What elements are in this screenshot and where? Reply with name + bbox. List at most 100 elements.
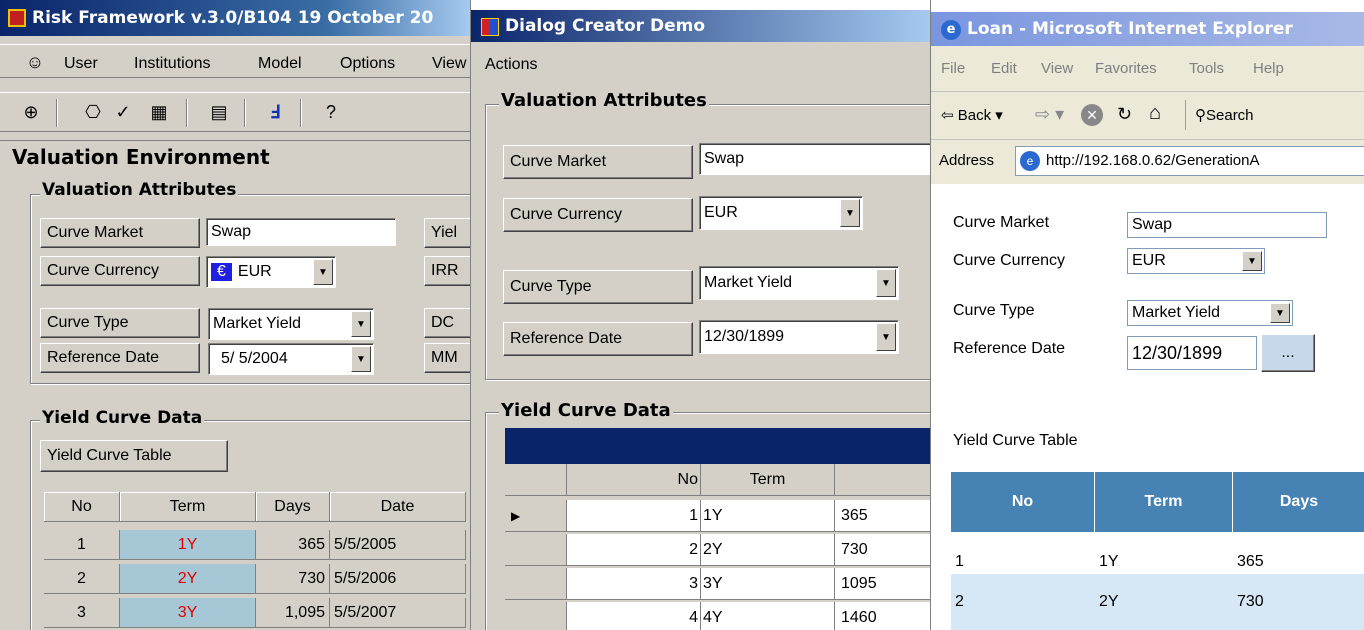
col-header-term[interactable]: Term <box>120 492 256 522</box>
globe-icon[interactable]: ⊕ <box>18 99 44 125</box>
ie-browser-window: e Loan - Microsoft Internet Explorer Fil… <box>930 0 1364 630</box>
curve-market-input[interactable]: Swap <box>1127 212 1327 238</box>
euro-icon: € <box>211 263 232 281</box>
curve-currency-select[interactable]: € EUR ▼ <box>206 256 336 288</box>
stop-icon[interactable]: ✕ <box>1081 104 1103 126</box>
chevron-down-icon[interactable]: ▼ <box>1270 303 1290 323</box>
reference-date-button[interactable]: Reference Date <box>503 322 693 356</box>
mm-button[interactable]: MM <box>424 343 470 373</box>
col-header-date[interactable]: Date <box>330 492 466 522</box>
reference-date-input[interactable]: 12/30/1899 <box>1127 336 1257 370</box>
curve-currency-select[interactable]: EUR ▼ <box>1127 248 1265 274</box>
cell-term[interactable]: 2Y <box>120 564 256 594</box>
curve-type-select[interactable]: Market Yield ▼ <box>699 266 899 300</box>
col-header-term[interactable]: Term <box>701 464 835 496</box>
cell-no[interactable]: 2 <box>44 564 120 594</box>
menu-edit[interactable]: Edit <box>991 60 1017 77</box>
cell-date[interactable]: 5/5/2005 <box>330 530 466 560</box>
refresh-icon[interactable]: ↻ <box>1117 104 1132 125</box>
forward-arrow-icon[interactable]: ⇨ ▾ <box>1035 104 1064 125</box>
menu-help[interactable]: Help <box>1253 60 1284 77</box>
cell-no[interactable]: 1 <box>44 530 120 560</box>
cell-no[interactable]: 2 <box>567 534 701 566</box>
row-selector-icon[interactable]: ▶ <box>505 500 567 532</box>
cell-term[interactable]: 1Y <box>120 530 256 560</box>
cell-days[interactable]: 365 <box>256 530 330 560</box>
yield-button[interactable]: Yiel <box>424 218 470 248</box>
curve-market-button[interactable]: Curve Market <box>40 218 200 248</box>
dc-button[interactable]: DC <box>424 308 470 338</box>
cell-term[interactable]: 3Y <box>120 598 256 628</box>
cell-no[interactable]: 1 <box>567 500 701 532</box>
menu-view[interactable]: View <box>1041 60 1073 77</box>
row-header[interactable] <box>505 568 567 600</box>
curve-currency-value: EUR <box>1132 252 1166 269</box>
menu-tools[interactable]: Tools <box>1189 60 1224 77</box>
curve-type-button[interactable]: Curve Type <box>503 270 693 304</box>
menu-user[interactable]: User <box>64 55 98 73</box>
curve-market-button[interactable]: Curve Market <box>503 145 693 179</box>
cell-days[interactable]: 730 <box>835 534 930 566</box>
curve-currency-select[interactable]: EUR ▼ <box>699 196 863 230</box>
curve-type-select[interactable]: Market Yield ▼ <box>208 308 374 340</box>
cell-days[interactable]: 1,095 <box>256 598 330 628</box>
irr-button[interactable]: IRR <box>424 256 470 286</box>
chevron-down-icon[interactable]: ▼ <box>840 199 860 227</box>
search-icon: ⚲ <box>1195 107 1206 124</box>
check-icon[interactable]: ✓ <box>110 99 136 125</box>
cell-days[interactable]: 365 <box>835 500 930 532</box>
back-button[interactable]: ⇦ Back ▾ <box>941 106 1003 124</box>
col-header-no[interactable]: No <box>567 464 701 496</box>
network-icon[interactable]: ⎔ <box>80 99 106 125</box>
address-input[interactable]: e http://192.168.0.62/GenerationA <box>1015 146 1364 176</box>
chevron-down-icon[interactable]: ▼ <box>876 269 896 297</box>
date-picker-button[interactable]: ... <box>1261 334 1315 372</box>
menu-file[interactable]: File <box>941 60 965 77</box>
title-bar: Dialog Creator Demo <box>471 10 930 42</box>
chevron-down-icon[interactable]: ▼ <box>313 259 333 285</box>
curve-market-input[interactable]: Swap <box>206 218 396 246</box>
help-icon[interactable]: ? <box>318 99 344 125</box>
grid-icon[interactable]: ▦ <box>146 99 172 125</box>
menu-view[interactable]: View <box>432 55 466 73</box>
chevron-down-icon[interactable]: ▼ <box>351 346 371 372</box>
col-header-days[interactable]: Days <box>256 492 330 522</box>
menu-options[interactable]: Options <box>340 55 395 73</box>
chevron-down-icon[interactable]: ▼ <box>1242 251 1262 271</box>
curve-type-button[interactable]: Curve Type <box>40 308 200 338</box>
reference-date-picker[interactable]: 5/ 5/2004 ▼ <box>208 343 374 375</box>
chart-icon[interactable]: Ⅎ <box>262 99 288 125</box>
cell-no[interactable]: 3 <box>567 568 701 600</box>
row-header[interactable] <box>505 534 567 566</box>
yield-curve-table-button[interactable]: Yield Curve Table <box>40 440 228 472</box>
cell-days[interactable]: 1095 <box>835 568 930 600</box>
cell-term[interactable]: 2Y <box>701 534 835 566</box>
curve-market-input[interactable]: Swap <box>699 143 930 175</box>
cell-term[interactable]: 4Y <box>701 602 835 630</box>
cell-no[interactable]: 3 <box>44 598 120 628</box>
cell-term[interactable]: 1Y <box>701 500 835 532</box>
cell-no[interactable]: 4 <box>567 602 701 630</box>
curve-type-select[interactable]: Market Yield ▼ <box>1127 300 1293 326</box>
chevron-down-icon[interactable]: ▼ <box>876 323 896 351</box>
col-header-no[interactable]: No <box>44 492 120 522</box>
row-header[interactable] <box>505 602 567 630</box>
chevron-down-icon[interactable]: ▼ <box>351 311 371 337</box>
menu-favorites[interactable]: Favorites <box>1095 60 1157 77</box>
reference-date-button[interactable]: Reference Date <box>40 343 200 373</box>
menu-model[interactable]: Model <box>258 55 302 73</box>
cell-date[interactable]: 5/5/2006 <box>330 564 466 594</box>
col-header-days[interactable] <box>835 464 930 496</box>
cell-days[interactable]: 1460 <box>835 602 930 630</box>
book-icon[interactable]: ▤ <box>206 99 232 125</box>
reference-date-picker[interactable]: 12/30/1899 ▼ <box>699 320 899 354</box>
home-icon[interactable]: ⌂ <box>1149 102 1161 125</box>
menu-institutions[interactable]: Institutions <box>134 55 210 73</box>
cell-days[interactable]: 730 <box>256 564 330 594</box>
menu-actions[interactable]: Actions <box>485 56 537 74</box>
curve-currency-button[interactable]: Curve Currency <box>503 198 693 232</box>
search-button[interactable]: ⚲Search <box>1195 106 1254 124</box>
cell-date[interactable]: 5/5/2007 <box>330 598 466 628</box>
cell-term[interactable]: 3Y <box>701 568 835 600</box>
curve-currency-button[interactable]: Curve Currency <box>40 256 200 286</box>
